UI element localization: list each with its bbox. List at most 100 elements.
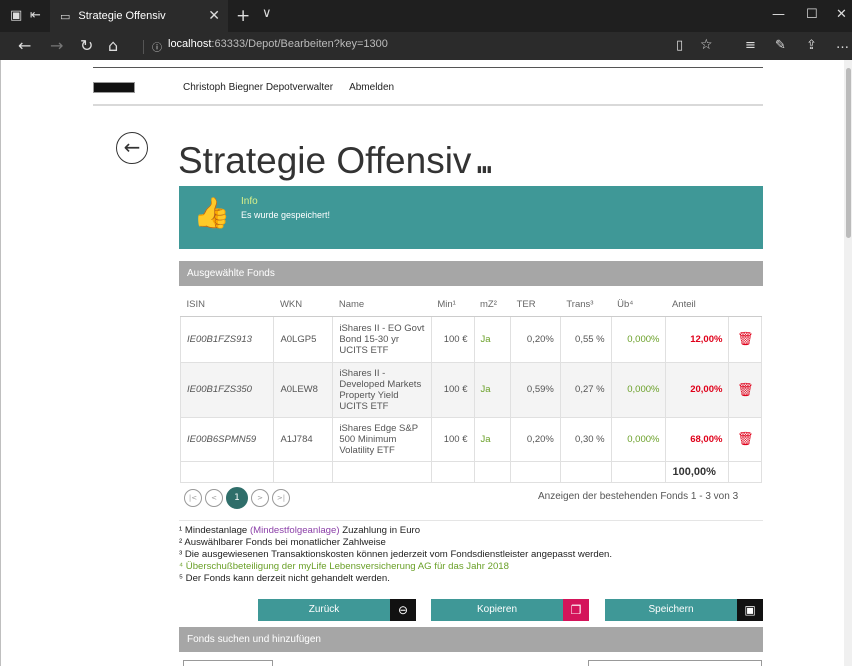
search-input[interactable] xyxy=(183,660,273,666)
ter-cell: 0,20% xyxy=(510,315,561,363)
footnote-4: ⁴ Überschußbeteiligung der myLife Lebens… xyxy=(179,561,509,572)
delete-icon[interactable]: 🗑 xyxy=(728,361,762,418)
back-arrow-icon[interactable]: ← xyxy=(18,36,31,55)
reading-view-icon[interactable]: ▯ xyxy=(676,38,683,53)
back-circle-icon[interactable]: ← xyxy=(116,132,148,164)
company-logo[interactable] xyxy=(93,81,135,93)
total-row: 100,00% xyxy=(179,460,762,483)
col-mz[interactable]: mZ² xyxy=(474,293,511,317)
prev-page-button[interactable]: < xyxy=(205,489,223,507)
close-window-icon[interactable]: ✕ xyxy=(836,7,847,22)
col-action xyxy=(728,293,762,317)
tab-menu-icon[interactable]: ∨ xyxy=(262,6,272,21)
info-icon: ⓘ xyxy=(152,43,162,54)
tab-close-icon[interactable]: ✕ xyxy=(208,8,220,24)
forward-arrow-icon[interactable]: → xyxy=(50,36,63,55)
info-box: 👍 Info Es wurde gespeichert! xyxy=(179,186,763,249)
maximize-icon[interactable]: ☐ xyxy=(806,7,818,22)
mz-cell: Ja xyxy=(473,361,512,418)
next-page-button[interactable]: > xyxy=(251,489,269,507)
footnote-1-suffix: Zuzahlung in Euro xyxy=(339,525,421,536)
address-bar[interactable]: localhost:63333/Depot/Bearbeiten?key=130… xyxy=(168,38,388,50)
copy-button-label: Kopieren xyxy=(476,604,518,615)
mz-cell: Ja xyxy=(473,315,512,363)
footnote-3: ³ Die ausgewiesenen Transaktionskosten k… xyxy=(179,549,613,560)
more-icon[interactable]: … xyxy=(836,37,849,52)
col-trans[interactable]: Trans³ xyxy=(560,293,612,317)
ter-cell: 0,59% xyxy=(510,361,561,418)
col-isin[interactable]: ISIN xyxy=(180,293,274,317)
delete-icon[interactable]: 🗑 xyxy=(728,315,762,363)
back-button-label: Zurück xyxy=(308,604,340,615)
footnote-1-link[interactable]: (Mindestfolgeanlage) xyxy=(250,525,340,536)
wkn-cell: A1J784 xyxy=(273,416,334,462)
ub-cell: 0,000% xyxy=(610,416,667,462)
info-text: Es wurde gespeichert! xyxy=(241,210,331,220)
copy-button[interactable]: Kopieren ❐ xyxy=(431,599,589,621)
save-button-label: Speichern xyxy=(648,604,694,615)
page-icon: ▭ xyxy=(60,9,71,23)
funds-table: ISIN WKN Name Min¹ mZ² TER Trans³ Üb⁴ An… xyxy=(179,293,762,483)
table-row[interactable]: IE00B1FZS350 A0LEW8 iShares II - Develop… xyxy=(179,361,762,418)
col-ub[interactable]: Üb⁴ xyxy=(611,293,666,317)
user-name[interactable]: Christoph Biegner Depotverwalter xyxy=(183,82,333,93)
name-cell: iShares Edge S&P 500 Minimum Volatility … xyxy=(332,416,432,462)
copy-icon: ❐ xyxy=(563,599,589,621)
back-circle-small-icon: ⊖ xyxy=(390,599,416,621)
col-min[interactable]: Min¹ xyxy=(431,293,475,317)
logout-link[interactable]: Abmelden xyxy=(349,82,394,93)
scrollbar-thumb[interactable] xyxy=(846,68,851,238)
favorites-hub-icon[interactable]: ≡ xyxy=(745,38,756,53)
refresh-icon[interactable]: ↻ xyxy=(80,36,93,55)
trans-cell: 0,30 % xyxy=(559,416,612,462)
selected-funds-header: Ausgewählte Fonds xyxy=(179,261,763,286)
browser-titlebar: ▣ ⇤ ▭ Strategie Offensiv ✕ + ∨ — ☐ ✕ xyxy=(0,0,852,32)
minimize-icon[interactable]: — xyxy=(772,7,785,22)
col-wkn[interactable]: WKN xyxy=(273,293,333,317)
col-ter[interactable]: TER xyxy=(510,293,561,317)
footnote-5: ⁵ Der Fonds kann derzeit nicht gehandelt… xyxy=(179,573,390,584)
favorite-star-icon[interactable]: ☆ xyxy=(700,37,713,53)
header-divider xyxy=(93,104,763,106)
footnotes: ¹ Mindestanlage (Mindestfolgeanlage) Zuz… xyxy=(179,520,763,585)
share-icon[interactable]: ⇪ xyxy=(806,38,817,53)
back-button[interactable]: Zurück ⊖ xyxy=(258,599,416,621)
delete-icon[interactable]: 🗑 xyxy=(728,416,762,462)
search-field-right[interactable] xyxy=(588,660,762,666)
pagination: |< < 1 > >| xyxy=(184,487,290,509)
table-row[interactable]: IE00B1FZS913 A0LGP5 iShares II - EO Govt… xyxy=(179,315,762,363)
tab-actions-icon[interactable]: ▣ xyxy=(10,8,22,23)
tab-title: Strategie Offensiv xyxy=(78,10,166,22)
anteil-cell[interactable]: 20,00% xyxy=(665,361,730,418)
col-anteil[interactable]: Anteil xyxy=(665,293,729,317)
total-share: 100,00% xyxy=(665,460,730,483)
name-cell: iShares II - Developed Markets Property … xyxy=(332,361,432,418)
wkn-cell: A0LGP5 xyxy=(273,315,334,363)
notes-icon[interactable]: ✎ xyxy=(775,38,786,53)
first-page-button[interactable]: |< xyxy=(184,489,202,507)
page-1-button[interactable]: 1 xyxy=(226,487,248,509)
ter-cell: 0,20% xyxy=(510,416,561,462)
mz-cell: Ja xyxy=(473,416,512,462)
last-page-button[interactable]: >| xyxy=(272,489,290,507)
tab-back-icon[interactable]: ⇤ xyxy=(30,8,41,23)
save-disk-icon: ▣ xyxy=(737,599,763,621)
ub-cell: 0,000% xyxy=(610,315,667,363)
pager-info: Anzeigen der bestehenden Fonds 1 - 3 von… xyxy=(538,491,739,502)
isin-cell: IE00B6SPMN59 xyxy=(179,416,275,462)
trans-cell: 0,55 % xyxy=(559,315,612,363)
home-icon[interactable]: ⌂ xyxy=(108,36,118,55)
browser-tab[interactable]: ▭ Strategie Offensiv ✕ xyxy=(50,0,228,32)
browser-navbar: ← → ↻ ⌂ ⓘ localhost:63333/Depot/Bearbeit… xyxy=(0,32,852,60)
site-header: Christoph Biegner Depotverwalter Abmelde… xyxy=(93,70,763,104)
col-name[interactable]: Name xyxy=(332,293,432,317)
save-button[interactable]: Speichern ▣ xyxy=(605,599,763,621)
anteil-cell[interactable]: 68,00% xyxy=(665,416,730,462)
info-heading: Info xyxy=(241,196,258,207)
anteil-cell[interactable]: 12,00% xyxy=(665,315,730,363)
footnote-1: ¹ Mindestanlage (Mindestfolgeanlage) Zuz… xyxy=(179,525,763,537)
min-cell: 100 € xyxy=(430,315,475,363)
new-tab-button[interactable]: + xyxy=(236,6,250,26)
ub-cell: 0,000% xyxy=(610,361,667,418)
table-row[interactable]: IE00B6SPMN59 A1J784 iShares Edge S&P 500… xyxy=(179,416,762,462)
